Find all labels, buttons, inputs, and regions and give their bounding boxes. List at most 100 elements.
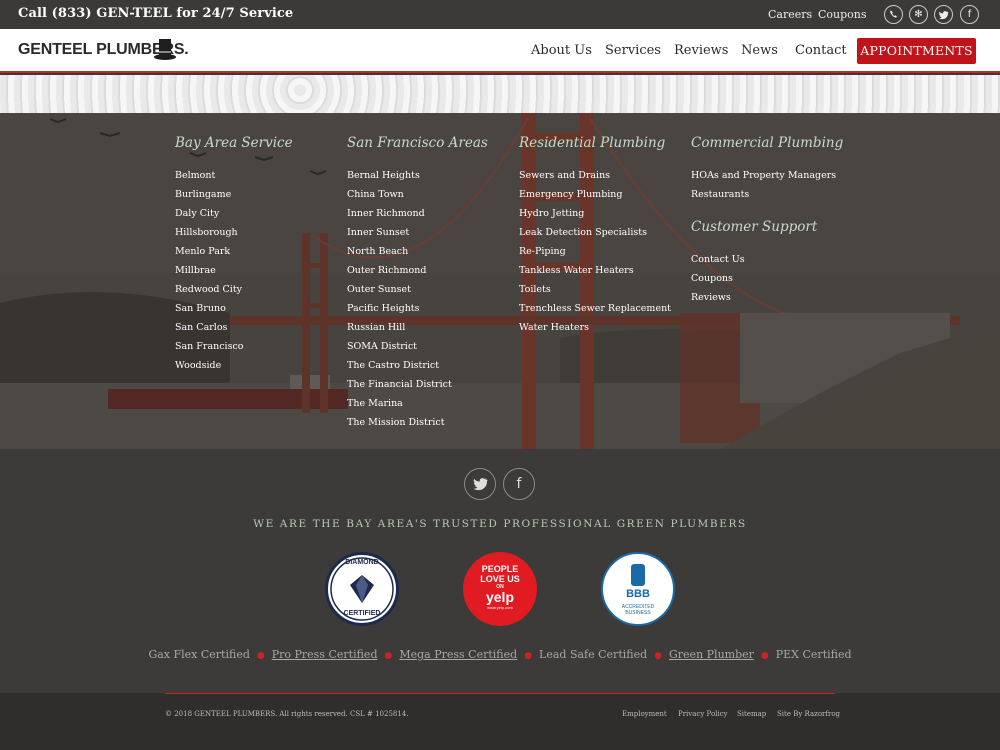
- link-toilets[interactable]: Toilets: [519, 284, 551, 295]
- link-inner-richmond[interactable]: Inner Richmond: [347, 208, 425, 219]
- bbb-badge[interactable]: BBB ACCREDITED BUSINESS: [601, 552, 675, 626]
- link-trenchless-sewer[interactable]: Trenchless Sewer Replacement: [519, 303, 671, 314]
- bbb-mark: BBB: [626, 588, 650, 600]
- sitemap-link[interactable]: Sitemap: [737, 710, 766, 718]
- facebook-icon[interactable]: f: [503, 468, 535, 500]
- texture-band: [0, 75, 1000, 113]
- link-outer-sunset[interactable]: Outer Sunset: [347, 284, 411, 295]
- bbb-line2: BUSINESS: [625, 610, 651, 616]
- link-water-heaters[interactable]: Water Heaters: [519, 322, 589, 333]
- link-financial-district[interactable]: The Financial District: [347, 379, 452, 390]
- link-mission-district[interactable]: The Mission District: [347, 417, 445, 428]
- link-reviews[interactable]: Reviews: [691, 292, 731, 303]
- bay-area-column: Bay Area Service Belmont Burlingame Daly…: [175, 135, 293, 378]
- link-hillsborough[interactable]: Hillsborough: [175, 227, 238, 238]
- divider: [165, 693, 835, 694]
- top-bar: Call (833) GEN-TEEL for 24/7 Service Car…: [0, 0, 1000, 29]
- link-bernal-heights[interactable]: Bernal Heights: [347, 170, 420, 181]
- yelp-url: www.yelp.com: [487, 605, 513, 610]
- link-hydro-jetting[interactable]: Hydro Jetting: [519, 208, 584, 219]
- link-redwood-city[interactable]: Redwood City: [175, 284, 242, 295]
- cert-pex: PEX Certified: [775, 648, 852, 661]
- link-woodside[interactable]: Woodside: [175, 360, 221, 371]
- site-header: GENTEEL PLUMBERS. About Us Services Revi…: [0, 29, 1000, 73]
- sf-areas-column: San Francisco Areas Bernal Heights China…: [347, 135, 488, 435]
- nav-reviews[interactable]: Reviews: [674, 43, 728, 58]
- bullet-icon: ●: [654, 651, 662, 661]
- nav-about[interactable]: About Us: [531, 43, 592, 58]
- diamond-certified-badge[interactable]: DIAMOND CERTIFIED: [325, 552, 399, 626]
- commercial-column: Commercial Plumbing HOAs and Property Ma…: [691, 135, 843, 310]
- link-re-piping[interactable]: Re-Piping: [519, 246, 566, 257]
- tagline: WE ARE THE BAY AREA'S TRUSTED PROFESSION…: [253, 518, 747, 530]
- link-soma-district[interactable]: SOMA District: [347, 341, 417, 352]
- razorfrog-link[interactable]: Site By Razorfrog: [777, 710, 840, 718]
- link-menlo-park[interactable]: Menlo Park: [175, 246, 230, 257]
- bullet-icon: ●: [384, 651, 393, 661]
- link-san-francisco[interactable]: San Francisco: [175, 341, 244, 352]
- cert-mega-press[interactable]: Mega Press Certified: [399, 648, 517, 661]
- cert-green-plumber[interactable]: Green Plumber: [669, 648, 754, 661]
- bullet-icon: ●: [256, 651, 265, 661]
- cert-pro-press[interactable]: Pro Press Certified: [272, 648, 378, 661]
- link-russian-hill[interactable]: Russian Hill: [347, 322, 405, 333]
- yelp-icon[interactable]: ✻: [909, 5, 928, 24]
- link-north-beach[interactable]: North Beach: [347, 246, 408, 257]
- residential-heading: Residential Plumbing: [519, 135, 666, 151]
- link-china-town[interactable]: China Town: [347, 189, 404, 200]
- link-coupons[interactable]: Coupons: [691, 273, 733, 284]
- yelp-badge[interactable]: PEOPLE LOVE US ON yelp www.yelp.com: [463, 552, 537, 626]
- link-castro-district[interactable]: The Castro District: [347, 360, 439, 371]
- diamond-bottom-text: CERTIFIED: [343, 610, 381, 617]
- link-pacific-heights[interactable]: Pacific Heights: [347, 303, 420, 314]
- link-contact-us[interactable]: Contact Us: [691, 254, 745, 265]
- coupons-link[interactable]: Coupons: [818, 8, 867, 21]
- certifications-list: Gax Flex Certified ● Pro Press Certified ● M…: [0, 648, 1000, 661]
- link-belmont[interactable]: Belmont: [175, 170, 215, 181]
- residential-column: Residential Plumbing Sewers and Drains E…: [519, 135, 671, 340]
- diamond-top-text: DIAMOND: [345, 559, 379, 566]
- nav-news[interactable]: News: [741, 43, 778, 58]
- link-tankless-water-heaters[interactable]: Tankless Water Heaters: [519, 265, 634, 276]
- link-sewers-drains[interactable]: Sewers and Drains: [519, 170, 610, 181]
- lower-footer: f WE ARE THE BAY AREA'S TRUSTED PROFESSI…: [0, 449, 1000, 693]
- footer-hero: Bay Area Service Belmont Burlingame Daly…: [0, 113, 1000, 449]
- phone-icon[interactable]: [884, 5, 903, 24]
- support-heading: Customer Support: [691, 219, 818, 235]
- link-millbrae[interactable]: Millbrae: [175, 265, 216, 276]
- cert-lead-safe: Lead Safe Certified: [539, 648, 648, 661]
- bottom-bar: © 2018 GENTEEL PLUMBERS. All rights rese…: [0, 693, 1000, 750]
- link-emergency-plumbing[interactable]: Emergency Plumbing: [519, 189, 623, 200]
- link-san-carlos[interactable]: San Carlos: [175, 322, 227, 333]
- golden-gate-background: [0, 113, 1000, 449]
- link-inner-sunset[interactable]: Inner Sunset: [347, 227, 409, 238]
- yelp-line2: LOVE US: [480, 574, 520, 584]
- link-san-bruno[interactable]: San Bruno: [175, 303, 226, 314]
- call-text[interactable]: Call (833) GEN-TEEL for 24/7 Service: [18, 6, 293, 21]
- link-marina[interactable]: The Marina: [347, 398, 403, 409]
- link-outer-richmond[interactable]: Outer Richmond: [347, 265, 426, 276]
- nav-contact[interactable]: Contact: [795, 43, 847, 58]
- copyright: © 2018 GENTEEL PLUMBERS. All rights rese…: [165, 710, 409, 718]
- facebook-icon[interactable]: f: [960, 5, 979, 24]
- sf-areas-heading: San Francisco Areas: [347, 135, 488, 151]
- link-hoas[interactable]: HOAs and Property Managers: [691, 170, 836, 181]
- bullet-icon: ●: [760, 651, 769, 661]
- commercial-heading: Commercial Plumbing: [691, 135, 844, 151]
- link-daly-city[interactable]: Daly City: [175, 208, 219, 219]
- nav-services[interactable]: Services: [605, 43, 661, 58]
- link-restaurants[interactable]: Restaurants: [691, 189, 749, 200]
- appointments-button[interactable]: APPOINTMENTS: [857, 38, 976, 64]
- yelp-brand: yelp: [485, 589, 514, 605]
- employment-link[interactable]: Employment: [622, 710, 667, 718]
- twitter-icon[interactable]: [934, 5, 953, 24]
- careers-link[interactable]: Careers: [768, 8, 812, 21]
- cert-gas-flex: Gax Flex Certified: [148, 648, 250, 661]
- yelp-line1: PEOPLE: [481, 564, 519, 574]
- link-burlingame[interactable]: Burlingame: [175, 189, 231, 200]
- link-leak-detection[interactable]: Leak Detection Specialists: [519, 227, 647, 238]
- twitter-icon[interactable]: [464, 468, 496, 500]
- bay-area-heading: Bay Area Service: [175, 135, 293, 151]
- privacy-policy-link[interactable]: Privacy Policy: [678, 710, 728, 718]
- top-hat-icon: [154, 39, 176, 60]
